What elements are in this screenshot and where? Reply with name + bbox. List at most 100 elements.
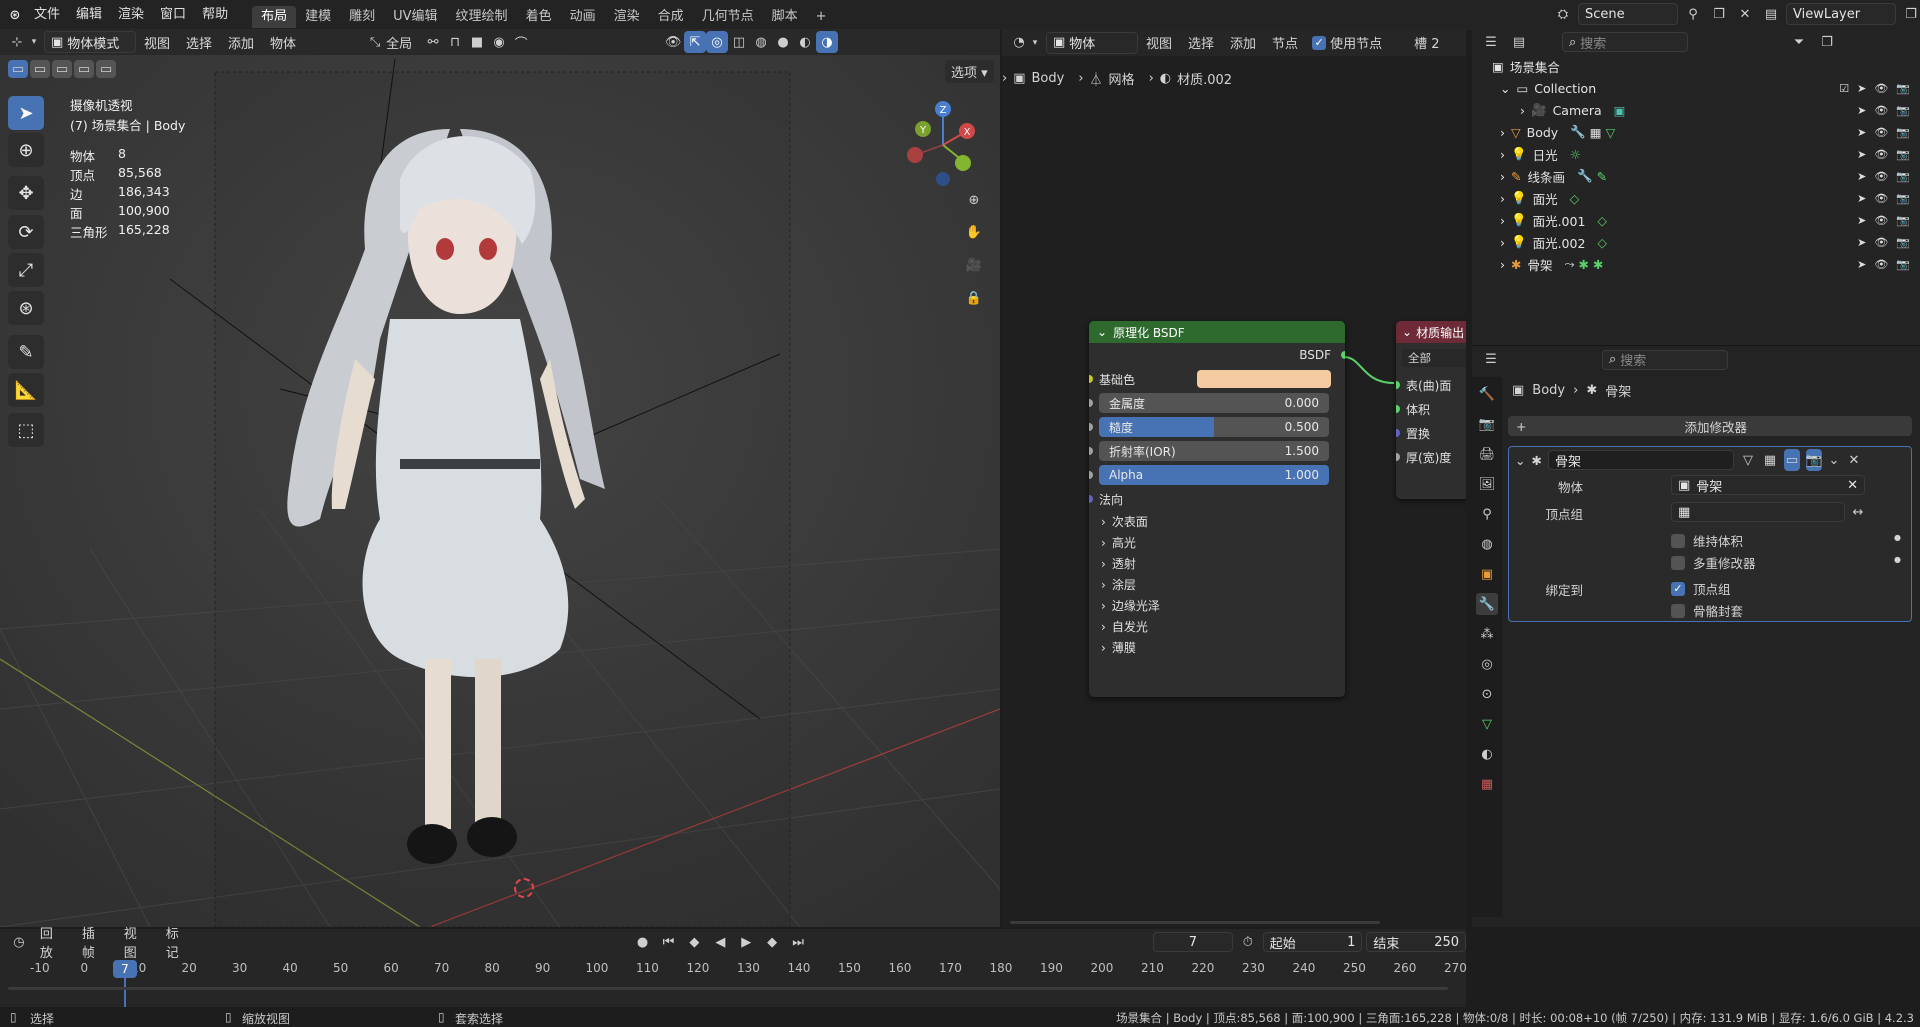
principled-bsdf-node[interactable]: ⌄ 原理化 BSDF BSDF 基础色 金属度 0.000 糙度 0.500 折射率… [1089,321,1345,697]
camera-icon[interactable]: 📷 [1896,236,1910,249]
socket-roughness[interactable] [1089,423,1093,431]
select-arrow-icon[interactable]: ➤ [1857,214,1866,227]
new-scene-icon[interactable]: ❐ [1708,3,1730,25]
node-header[interactable]: ⌄ 原理化 BSDF [1089,321,1345,343]
3d-viewport[interactable]: ⊹ ▾ ▣ 物体模式 视图 选择 添加 物体 ⤡ 全局 ⚯ ⊓ ■ ◉ ⌒ 👁 … [0,29,1000,927]
transform-orientation-icon[interactable]: ⤡ [364,31,386,53]
chevron-down-icon[interactable]: ▾ [28,31,40,53]
outliner[interactable]: ☰ ▤ ⌕ 搜索 ⏷ ❐ ▣ 场景集合 ⌄ ▭ Collection ☑ ➤ 👁 📷 … [1472,29,1920,347]
overlay-toggle-icon[interactable]: ◎ [706,31,729,53]
camera-icon[interactable]: 📷 [1896,192,1910,205]
options-dropdown[interactable]: 选项 ▾ [945,60,994,83]
keying-menu[interactable]: 插帧 [76,923,114,961]
scene-tab-icon[interactable]: ⚲ [1476,503,1498,525]
vertex-groups-checkbox[interactable]: ✓ [1671,581,1685,596]
outliner-item-area-light[interactable]: › 💡 面光 ◇ ➤ 👁 📷 [1472,187,1920,209]
camera-icon[interactable]: 📷 [1896,214,1910,227]
camera-icon[interactable]: 📷 [1896,170,1910,183]
armature-object-selector[interactable]: ▣ 骨架 ✕ [1671,475,1865,495]
material-shading-icon[interactable]: ◐ [794,31,816,53]
blender-logo-icon[interactable]: ⊛ [4,4,26,26]
move-tool[interactable]: ✥ [8,176,44,210]
constraints-tab-icon[interactable]: ⊙ [1476,683,1498,705]
stopwatch-icon[interactable]: ⏱ [1237,931,1259,953]
timeline-scrollbar[interactable] [8,987,1448,990]
add-workspace-button[interactable]: + [807,6,836,28]
outliner-root[interactable]: ▣ 场景集合 [1472,55,1920,77]
character-model[interactable] [260,99,660,927]
zoom-icon[interactable]: ⊕ [963,189,985,211]
scale-tool[interactable]: ⤢ [8,253,44,287]
texture-tab-icon[interactable]: ▦ [1476,773,1498,795]
tab-layout[interactable]: 布局 [252,6,297,28]
chevron-right-icon[interactable]: › [1500,213,1505,228]
pan-hand-icon[interactable]: ✋ [963,221,985,243]
edit-mode-icon[interactable]: ▽ [1740,449,1756,471]
menu-render[interactable]: 渲染 [110,0,152,30]
select-arrow-icon[interactable]: ➤ [1857,192,1866,205]
select-box-tool[interactable]: ➤ [8,96,44,130]
world-tab-icon[interactable]: ◍ [1476,533,1498,555]
select-new-icon[interactable]: ▭ [8,60,28,78]
metallic-slider[interactable]: 金属度 0.000 [1099,393,1329,413]
collapse-icon[interactable]: ⌄ [1097,325,1107,339]
tab-rendering[interactable]: 渲染 [605,6,649,28]
chevron-right-icon[interactable]: › [1500,257,1505,272]
measure-tool[interactable]: 📐 [8,373,44,407]
eye-icon[interactable]: 👁 [1874,104,1888,117]
chevron-right-icon[interactable]: › [1500,169,1505,184]
frame-end-input[interactable]: 结束 250 [1366,932,1467,952]
select-subtract-icon[interactable]: ▭ [52,60,72,78]
outliner-item-armature[interactable]: › ✱ 骨架 ⤳ ✱ ✱ ➤ 👁 📷 [1472,253,1920,275]
menu-help[interactable]: 帮助 [194,0,236,30]
chevron-right-icon[interactable]: › [1500,235,1505,250]
modifier-tab-icon[interactable]: 🔧 [1476,593,1498,615]
bind-envelopes-option[interactable]: 骨骼封套 [1671,601,1743,620]
socket-metallic[interactable] [1089,399,1093,407]
cage-icon[interactable]: ▦ [1762,449,1778,471]
select-arrow-icon[interactable]: ➤ [1857,148,1866,161]
select-arrow-icon[interactable]: ➤ [1857,104,1866,117]
vertex-group-input[interactable]: ▦ [1671,502,1845,522]
socket-thickness[interactable] [1396,453,1400,461]
auto-keying-icon[interactable]: ● [632,931,654,953]
invert-icon[interactable]: ↔ [1847,501,1869,523]
panel-emission[interactable]: › 自发光 [1089,616,1345,637]
tab-modeling[interactable]: 建模 [296,6,340,28]
playhead-frame[interactable]: 7 [113,960,137,978]
socket-surface[interactable] [1396,381,1400,389]
eye-icon[interactable]: 👁 [1874,236,1888,249]
preserve-volume-option[interactable]: 维持体积 [1671,531,1743,550]
close-icon[interactable]: ✕ [1846,449,1862,471]
play-icon[interactable]: ▶ [735,931,757,953]
preserve-volume-checkbox[interactable] [1671,533,1685,548]
filter-icon[interactable]: ⏷ [1788,31,1810,53]
add-cube-tool[interactable]: ⬚ [8,413,44,447]
select-arrow-icon[interactable]: ➤ [1857,236,1866,249]
outliner-item-area-light-001[interactable]: › 💡 面光.001 ◇ ➤ 👁 📷 [1472,209,1920,231]
socket-volume[interactable] [1396,405,1400,413]
outliner-item-area-light-002[interactable]: › 💡 面光.002 ◇ ➤ 👁 📷 [1472,231,1920,253]
viewport-menu-view[interactable]: 视图 [136,33,178,52]
xray-icon[interactable]: ◫ [728,31,750,53]
select-arrow-icon[interactable]: ➤ [1857,82,1866,95]
realtime-icon[interactable]: ▭ [1783,449,1800,471]
orientation-selector[interactable]: 全局 [386,33,412,52]
eye-icon[interactable]: 👁 [1874,148,1888,161]
menu-window[interactable]: 窗口 [152,0,194,30]
3d-cursor-icon[interactable] [514,878,534,898]
rendered-shading-icon[interactable]: ◑ [816,31,839,53]
solid-shading-icon[interactable]: ● [772,31,794,53]
keyframe-dot-icon[interactable]: ● [1894,555,1901,564]
playback-menu[interactable]: 回放 [34,923,72,961]
chevron-right-icon[interactable]: › [1500,191,1505,206]
socket-alpha[interactable] [1089,471,1093,479]
properties-editor[interactable]: ☰ ⌕ 搜索 🔨 📷 🖨 🖼 ⚲ ◍ ▣ 🔧 ⁂ ◎ ⊙ ▽ ◐ ▦ ▣ Bod… [1472,345,1920,927]
select-arrow-icon[interactable]: ➤ [1857,126,1866,139]
camera-icon[interactable]: 📷 [1896,126,1910,139]
outliner-item-body[interactable]: › ▽ Body 🔧 ▦ ▽ ➤ 👁 📷 [1472,121,1920,143]
wireframe-shading-icon[interactable]: ◍ [750,31,772,53]
timeline-view-menu[interactable]: 视图 [118,923,156,961]
base-color-swatch[interactable] [1197,370,1331,388]
select-arrow-icon[interactable]: ➤ [1857,258,1866,271]
